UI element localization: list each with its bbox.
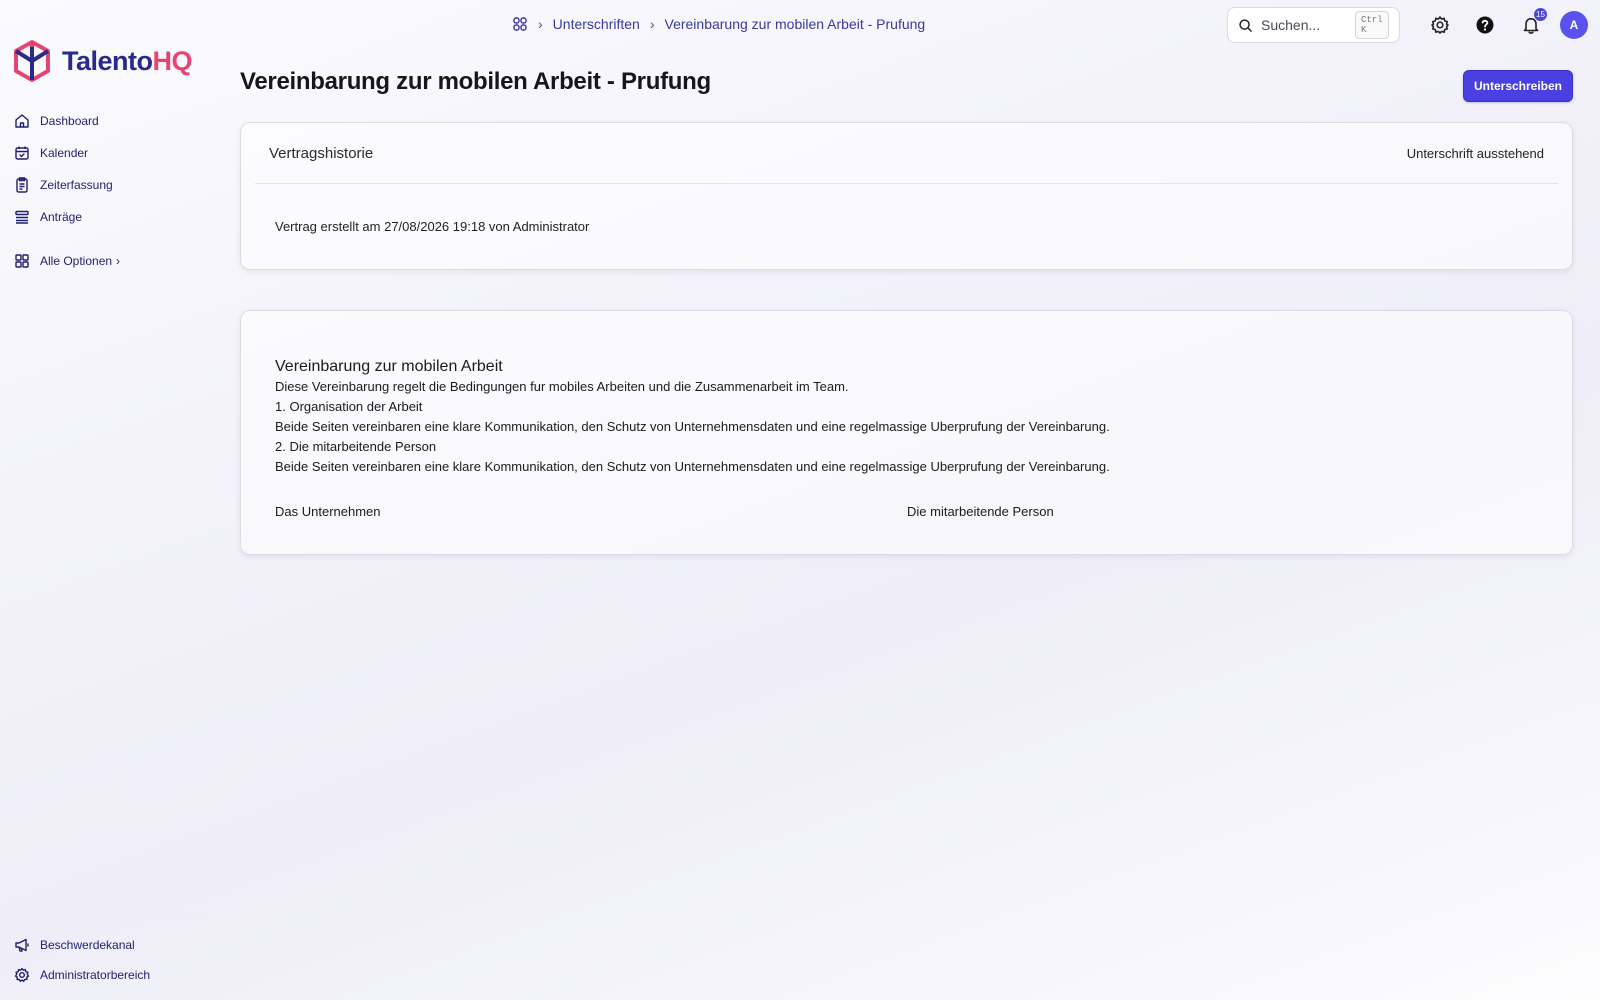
chevron-right-icon: ›: [116, 254, 121, 268]
document-paragraph: Beide Seiten vereinbaren eine klare Komm…: [275, 419, 1110, 434]
gear-icon: [1431, 16, 1449, 34]
sidebar-item-label: Zeiterfassung: [40, 178, 113, 192]
search-shortcut-hint: Ctrl K: [1355, 11, 1389, 39]
sidebar-item-label: Anträge: [40, 210, 83, 224]
search-icon: [1239, 18, 1252, 32]
contract-history-card: Vertragshistorie Unterschrift ausstehend…: [240, 122, 1573, 270]
document-card: Vereinbarung zur mobilen Arbeit Diese Ve…: [240, 310, 1573, 555]
sidebar-item-dashboard[interactable]: Dashboard: [14, 110, 204, 132]
sidebar-item-antraege[interactable]: Anträge: [14, 206, 204, 228]
sidebar-item-zeiterfassung[interactable]: Zeiterfassung: [14, 174, 204, 196]
settings-button[interactable]: [1428, 13, 1452, 37]
page-title: Vereinbarung zur mobilen Arbeit - Prufun…: [240, 68, 711, 95]
list-icon: [15, 210, 29, 224]
search-box[interactable]: Ctrl K: [1227, 7, 1400, 43]
signature-label-company: Das Unternehmen: [275, 504, 381, 519]
help-icon: [1476, 16, 1494, 34]
chevron-right-icon: ›: [649, 16, 655, 32]
signature-label-employee: Die mitarbeitende Person: [907, 504, 1054, 519]
document-section-heading: 1. Organisation der Arbeit: [275, 399, 423, 414]
breadcrumb-item-unterschriften[interactable]: Unterschriften: [553, 16, 640, 32]
sign-button[interactable]: Unterschreiben: [1463, 70, 1573, 102]
document-section-heading: 2. Die mitarbeitende Person: [275, 439, 437, 454]
sidebar-nav: Dashboard Kalender Zeiterfassung Anträge…: [14, 110, 204, 282]
history-entry: Vertrag erstellt am 27/08/2026 19:18 von…: [275, 219, 590, 234]
logo-main-text: Talento: [62, 45, 153, 76]
gear-icon: [14, 967, 30, 982]
sidebar-item-label: Kalender: [40, 146, 89, 160]
document-body: Vereinbarung zur mobilen Arbeit Diese Ve…: [275, 357, 1475, 477]
document-title: Vereinbarung zur mobilen Arbeit: [275, 358, 503, 375]
breadcrumb-item-current[interactable]: Vereinbarung zur mobilen Arbeit - Prufun…: [665, 16, 926, 32]
sidebar-item-beschwerdekanal[interactable]: Beschwerdekanal: [14, 934, 204, 956]
timesheet-icon: [16, 177, 28, 193]
app-logo[interactable]: TalentoHQ: [12, 38, 192, 84]
megaphone-icon: [15, 938, 29, 952]
avatar[interactable]: A: [1560, 11, 1588, 39]
contract-history-title: Vertragshistorie: [269, 144, 374, 162]
sidebar-item-kalender[interactable]: Kalender: [14, 142, 204, 164]
logo-text: TalentoHQ: [62, 46, 192, 77]
notification-count-badge: 15: [1534, 8, 1547, 21]
sidebar-item-label: Administratorbereich: [40, 968, 151, 982]
sidebar-item-label: Alle Optionen: [40, 254, 113, 268]
document-intro: Diese Vereinbarung regelt die Bedingunge…: [275, 379, 849, 394]
contract-history-header: Vertragshistorie Unterschrift ausstehend: [255, 123, 1558, 184]
sidebar: TalentoHQ Dashboard Kalender Zeiterfassu…: [0, 0, 210, 1000]
status-badge: Unterschrift ausstehend: [1406, 145, 1544, 161]
sidebar-bottom-nav: Beschwerdekanal Administratorbereich: [14, 934, 204, 994]
sidebar-item-label: Dashboard: [40, 114, 99, 128]
breadcrumb: › Unterschriften › Vereinbarung zur mobi…: [512, 14, 925, 34]
home-icon: [15, 114, 29, 128]
grid-icon: [15, 254, 29, 268]
document-paragraph: Beide Seiten vereinbaren eine klare Komm…: [275, 459, 1110, 474]
sidebar-item-administratorbereich[interactable]: Administratorbereich: [14, 964, 204, 986]
sidebar-item-label: Beschwerdekanal: [40, 938, 135, 952]
notifications-button[interactable]: 15: [1519, 8, 1547, 37]
chevron-right-icon: ›: [538, 16, 543, 32]
logo-accent-text: HQ: [152, 45, 193, 76]
grid-icon[interactable]: [512, 16, 528, 32]
help-button[interactable]: [1473, 13, 1497, 37]
logo-cube-icon: [14, 40, 50, 82]
sidebar-item-alle-optionen[interactable]: Alle Optionen ›: [14, 250, 204, 272]
search-input[interactable]: [1261, 17, 1347, 33]
calendar-icon: [15, 146, 29, 160]
sidebar-divider: [8, 917, 204, 918]
